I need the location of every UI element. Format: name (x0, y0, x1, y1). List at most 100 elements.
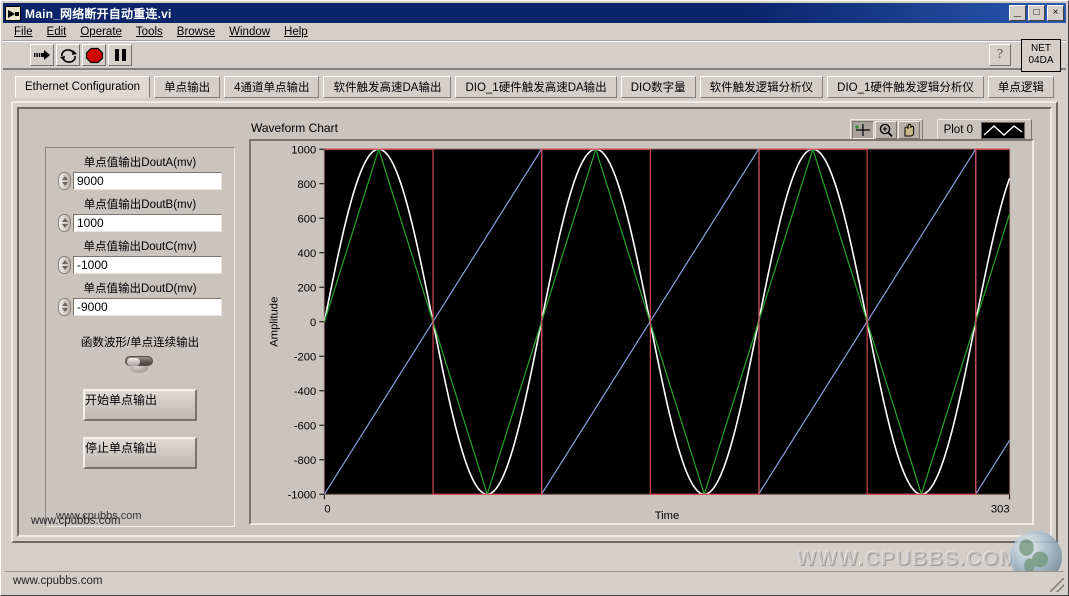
menu-item-browse[interactable]: Browse (170, 25, 222, 39)
menu-item-window[interactable]: Window (222, 25, 277, 39)
dout-d-stepper[interactable] (58, 298, 71, 316)
start-single-point-output-button[interactable]: 开始单点输出 (83, 389, 197, 421)
menu-item-file[interactable]: File (7, 25, 40, 39)
y-tick-label: 800 (298, 179, 317, 191)
dout-b-input[interactable]: 1000 (73, 214, 222, 232)
y-tick-label: 600 (298, 213, 317, 225)
resize-grip[interactable] (1050, 578, 1064, 592)
plot-legend-sample[interactable] (981, 121, 1025, 139)
waveform-mode-toggle-switch[interactable] (123, 354, 157, 373)
x-tick-label: 0 (324, 504, 330, 516)
y-tick-label: 400 (298, 248, 317, 260)
status-bar-text: www.cpubbs.com (13, 575, 103, 587)
dout-b-control[interactable]: 1000 (58, 214, 222, 232)
run-arrow-icon (34, 50, 50, 60)
y-tick-label: 200 (298, 282, 317, 294)
y-tick-label: 0 (310, 317, 316, 329)
dout-a-input[interactable]: 9000 (73, 172, 222, 190)
front-panel-frame: 单点值输出DoutA(mv) 9000 单点值输出DoutB(mv) 1000 … (11, 101, 1058, 543)
dout-c-stepper[interactable] (58, 256, 71, 274)
tab-dio1-hardware-trigger-da[interactable]: DIO_1硬件触发高速DA输出 (455, 76, 617, 98)
stop-single-point-output-button[interactable]: 停止单点输出 (83, 437, 197, 469)
x-tick-label: 303 (991, 504, 1010, 516)
plot-legend[interactable]: Plot 0 (936, 119, 1032, 141)
hand-pan-icon (904, 123, 914, 137)
plot-canvas[interactable]: -1000 -800 -600 -400 -200 0 200 400 600 800 1000 0 3… (251, 141, 1032, 523)
menu-edit-label: Edit (46, 26, 67, 38)
menu-operate-label: Operate (80, 26, 122, 38)
menu-item-tools[interactable]: Tools (129, 25, 170, 39)
abort-stop-icon (85, 47, 104, 64)
maximize-button[interactable]: □ (1028, 5, 1045, 21)
y-axis-label: Amplitude (269, 297, 281, 347)
y-tick-label: -200 (294, 351, 316, 363)
tab-single-point-logic[interactable]: 单点逻辑 (987, 76, 1054, 98)
menu-tools-label: Tools (135, 26, 163, 38)
dout-d-control[interactable]: -9000 (58, 298, 222, 316)
vi-toolbar: ? NET 04DA (3, 38, 1066, 72)
tab-single-point-output[interactable]: 单点输出 (154, 76, 221, 98)
menu-help-label: Help (284, 26, 308, 38)
dout-a-control[interactable]: 9000 (58, 172, 222, 190)
menu-window-label: Window (229, 26, 271, 38)
menu-item-edit[interactable]: Edit (40, 25, 74, 39)
net-badge-line1: NET (1031, 43, 1051, 54)
tab-dio1-hardware-trigger-logic-analyzer[interactable]: DIO_1硬件触发逻辑分析仪 (827, 76, 984, 98)
switch-knob (127, 358, 140, 366)
dout-c-label: 单点值输出DoutC(mv) (83, 241, 197, 253)
tab-dio-digital[interactable]: DIO数字量 (620, 76, 696, 98)
labview-front-panel-window: Main_网络断开自动重连.vi _ □ × File Edit Operate… (0, 0, 1069, 596)
dout-d-input[interactable]: -9000 (73, 298, 222, 316)
close-button[interactable]: × (1047, 5, 1064, 21)
dout-c-input[interactable]: -1000 (73, 256, 222, 274)
y-tick-label: -600 (294, 420, 316, 432)
menu-item-operate[interactable]: Operate (73, 25, 129, 39)
net-device-badge: NET 04DA (1021, 38, 1061, 72)
window-buttons: _ □ × (1009, 3, 1064, 21)
title-bar: Main_网络断开自动重连.vi _ □ × (3, 3, 1066, 23)
close-glyph: × (1052, 7, 1059, 18)
minimize-glyph: _ (1013, 3, 1022, 18)
tab-4ch-single-point-output[interactable]: 4通道单点输出 (224, 76, 320, 98)
tab-software-trigger-da[interactable]: 软件触发高速DA输出 (323, 76, 452, 98)
menu-browse-label: Browse (176, 26, 216, 38)
zoom-tool[interactable] (874, 121, 897, 139)
abort-button[interactable] (82, 44, 106, 66)
dout-a-stepper[interactable] (58, 172, 71, 190)
pause-button[interactable] (108, 44, 132, 66)
status-bar: www.cpubbs.com (5, 571, 1064, 593)
cursor-crosshair-tool[interactable] (851, 121, 874, 139)
dout-b-stepper[interactable] (58, 214, 71, 232)
dout-d-label: 单点值输出DoutD(mv) (83, 283, 197, 295)
labview-vi-icon (5, 5, 21, 21)
minimize-button[interactable]: _ (1009, 3, 1026, 21)
switch-lever (125, 356, 153, 366)
run-button[interactable] (30, 44, 54, 66)
waveform-mode-switch-wrap (46, 354, 234, 373)
help-button[interactable]: ? (989, 44, 1011, 66)
magnifier-zoom-icon (879, 123, 893, 138)
maximize-glyph: □ (1033, 7, 1040, 18)
pause-icon (115, 49, 126, 61)
y-tick-label: -800 (294, 455, 316, 467)
chart-tools-bar: Plot 0 (849, 119, 1032, 141)
run-continuously-button[interactable] (56, 44, 80, 66)
front-panel-surface: 单点值输出DoutA(mv) 9000 单点值输出DoutB(mv) 1000 … (17, 107, 1052, 537)
waveform-chart: Waveform Chart Plot 0 -1000 -800 -600 -4… (249, 119, 1034, 525)
plot-frame[interactable]: -1000 -800 -600 -400 -200 0 200 400 600 800 1000 0 3… (249, 139, 1034, 525)
waveform-mode-switch-label: 函数波形/单点连续输出 (80, 337, 200, 349)
panel-watermark-text: www.cpubbs.com (31, 515, 121, 527)
output-controls-cluster: 单点值输出DoutA(mv) 9000 单点值输出DoutB(mv) 1000 … (45, 147, 235, 527)
pan-tool[interactable] (897, 121, 920, 139)
plot-legend-label: Plot 0 (943, 124, 973, 136)
dout-c-control[interactable]: -1000 (58, 256, 222, 274)
tab-bar: Ethernet Configuration 单点输出 4通道单点输出 软件触发… (3, 72, 1066, 98)
menu-item-help[interactable]: Help (277, 25, 315, 39)
y-tick-label: 1000 (291, 144, 316, 156)
tab-ethernet-configuration[interactable]: Ethernet Configuration (15, 76, 151, 98)
tab-software-trigger-logic-analyzer[interactable]: 软件触发逻辑分析仪 (699, 76, 824, 98)
graph-palette (849, 119, 923, 141)
run-controls-group (30, 44, 134, 66)
plot-background (324, 149, 1010, 495)
x-axis-label: Time (655, 510, 680, 522)
